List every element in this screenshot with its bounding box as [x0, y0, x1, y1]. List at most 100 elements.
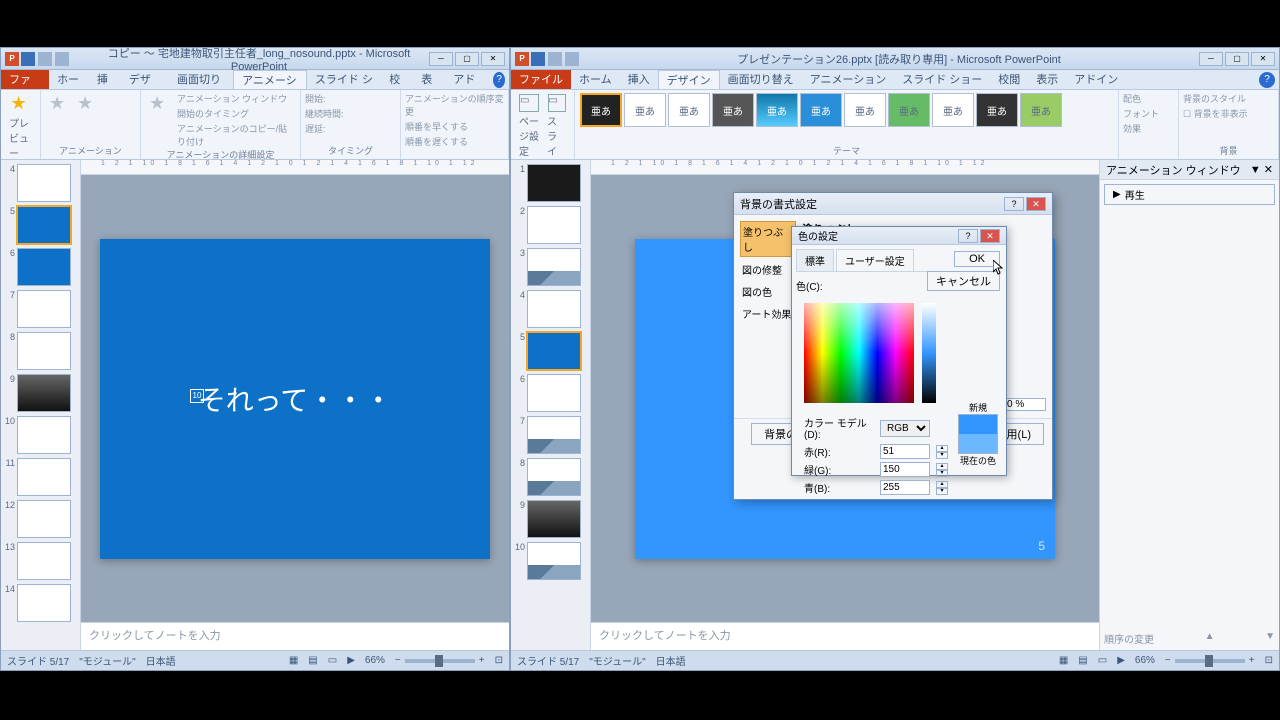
cp-tab-standard[interactable]: 標準: [796, 249, 834, 271]
theme-11[interactable]: 亜あ: [1020, 93, 1062, 127]
dialog-close[interactable]: ✕: [1026, 197, 1046, 211]
cp-close[interactable]: ✕: [980, 229, 1000, 243]
thumb-3[interactable]: [527, 248, 581, 286]
fit-icon[interactable]: ⊡: [495, 655, 503, 666]
tab-animations[interactable]: アニメーション: [802, 70, 895, 89]
theme-2[interactable]: 亜あ: [624, 93, 666, 127]
move-earlier[interactable]: 順番を早くする: [405, 120, 504, 133]
thumb-9[interactable]: [527, 500, 581, 538]
thumb-2[interactable]: [527, 206, 581, 244]
anim-copy-btn[interactable]: アニメーションのコピー/貼り付け: [177, 122, 296, 148]
cp-ok-button[interactable]: OK: [954, 251, 1000, 267]
undo-icon[interactable]: [38, 52, 52, 66]
cp-cancel-button[interactable]: キャンセル: [927, 271, 1000, 291]
theme-10[interactable]: 亜あ: [976, 93, 1018, 127]
tab-transitions[interactable]: 画面切り替え: [169, 70, 233, 89]
view-normal-icon[interactable]: ▦: [289, 655, 298, 666]
cat-pic-adjust[interactable]: 図の修整: [740, 260, 796, 279]
effect-options-button[interactable]: ★: [73, 92, 101, 116]
theme-7[interactable]: 亜あ: [844, 93, 886, 127]
transparency-input[interactable]: [1006, 398, 1046, 411]
slide-thumbnails[interactable]: 1 2 3 4 5 6 7 8 9 10: [511, 160, 591, 650]
theme-9[interactable]: 亜あ: [932, 93, 974, 127]
theme-gallery[interactable]: 亜あ 亜あ 亜あ 亜あ 亜あ 亜あ 亜あ 亜あ 亜あ 亜あ 亜あ: [579, 92, 1114, 128]
tab-slideshow[interactable]: スライド ショー: [894, 70, 990, 89]
fonts-btn[interactable]: フォント: [1123, 107, 1174, 120]
color-lightness-slider[interactable]: [922, 303, 936, 403]
view-sorter-icon[interactable]: ▤: [308, 655, 317, 666]
thumb-5[interactable]: [17, 206, 71, 244]
tab-addin[interactable]: アドイン: [445, 70, 493, 89]
effects-btn[interactable]: 効果: [1123, 122, 1174, 135]
zoom-in[interactable]: +: [1249, 655, 1255, 666]
slide-thumbnails[interactable]: 4 5 6 7 8 9 10 11 12 13 14: [1, 160, 81, 650]
cp-tab-custom[interactable]: ユーザー設定: [836, 249, 914, 271]
view-sorter-icon[interactable]: ▤: [1078, 655, 1087, 666]
thumb-7[interactable]: [527, 416, 581, 454]
thumb-12[interactable]: [17, 500, 71, 538]
theme-5[interactable]: 亜あ: [756, 93, 798, 127]
thumb-10[interactable]: [17, 416, 71, 454]
thumb-1[interactable]: [527, 164, 581, 202]
theme-4[interactable]: 亜あ: [712, 93, 754, 127]
theme-1[interactable]: 亜あ: [580, 93, 622, 127]
view-reading-icon[interactable]: ▭: [1098, 655, 1107, 666]
tab-transitions[interactable]: 画面切り替え: [720, 70, 802, 89]
green-input[interactable]: [880, 462, 930, 477]
minimize-button[interactable]: ─: [1199, 52, 1223, 66]
close-button[interactable]: ✕: [481, 52, 505, 66]
thumb-9[interactable]: [17, 374, 71, 412]
thumb-10[interactable]: [527, 542, 581, 580]
tab-view[interactable]: 表示: [1028, 70, 1066, 89]
tab-design[interactable]: デザイン: [121, 70, 169, 89]
maximize-button[interactable]: ▢: [455, 52, 479, 66]
view-reading-icon[interactable]: ▭: [328, 655, 337, 666]
play-button[interactable]: ▶ 再生: [1104, 184, 1275, 205]
tab-insert[interactable]: 挿入: [620, 70, 658, 89]
cat-pic-color[interactable]: 図の色: [740, 282, 796, 301]
tab-view[interactable]: 表示: [413, 70, 445, 89]
thumb-11[interactable]: [17, 458, 71, 496]
tab-insert[interactable]: 挿入: [89, 70, 121, 89]
theme-8[interactable]: 亜あ: [888, 93, 930, 127]
notes-pane[interactable]: クリックしてノートを入力: [591, 622, 1099, 650]
tab-review[interactable]: 校閲: [381, 70, 413, 89]
add-animation-button[interactable]: ★: [145, 92, 173, 148]
tab-addin[interactable]: アドイン: [1066, 70, 1126, 89]
zoom-slider[interactable]: [1175, 659, 1245, 663]
help-icon[interactable]: ?: [493, 72, 505, 88]
theme-3[interactable]: 亜あ: [668, 93, 710, 127]
hide-bg-check[interactable]: ☐ 背景を非表示: [1183, 107, 1274, 120]
zoom-out[interactable]: −: [1165, 655, 1171, 666]
thumb-8[interactable]: [527, 458, 581, 496]
thumb-4[interactable]: [17, 164, 71, 202]
bg-style-btn[interactable]: 背景のスタイル: [1183, 92, 1274, 105]
redo-icon[interactable]: [565, 52, 579, 66]
dialog-help[interactable]: ?: [1004, 197, 1024, 211]
tab-review[interactable]: 校閲: [990, 70, 1028, 89]
tab-home[interactable]: ホーム: [49, 70, 89, 89]
tab-home[interactable]: ホーム: [571, 70, 620, 89]
tab-design[interactable]: デザイン: [658, 70, 720, 89]
anim-style-button[interactable]: ★: [45, 92, 73, 116]
save-icon[interactable]: [21, 52, 35, 66]
anim-window-btn[interactable]: アニメーション ウィンドウ: [177, 92, 296, 105]
theme-6[interactable]: 亜あ: [800, 93, 842, 127]
view-slideshow-icon[interactable]: ▶: [347, 655, 355, 666]
zoom-slider[interactable]: [405, 659, 475, 663]
cp-help[interactable]: ?: [958, 229, 978, 243]
thumb-8[interactable]: [17, 332, 71, 370]
redo-icon[interactable]: [55, 52, 69, 66]
slide-5[interactable]: 10 それって・・・: [100, 239, 490, 559]
chevron-down-icon[interactable]: ▼ ✕: [1250, 163, 1273, 176]
zoom-out[interactable]: −: [395, 655, 401, 666]
maximize-button[interactable]: ▢: [1225, 52, 1249, 66]
color-model-select[interactable]: RGB: [880, 420, 930, 437]
color-gradient[interactable]: [804, 303, 914, 403]
colors-btn[interactable]: 配色: [1123, 92, 1174, 105]
trigger-btn[interactable]: 開始のタイミング: [177, 107, 296, 120]
view-normal-icon[interactable]: ▦: [1059, 655, 1068, 666]
notes-pane[interactable]: クリックしてノートを入力: [81, 622, 509, 650]
thumb-5[interactable]: [527, 332, 581, 370]
thumb-6[interactable]: [17, 248, 71, 286]
